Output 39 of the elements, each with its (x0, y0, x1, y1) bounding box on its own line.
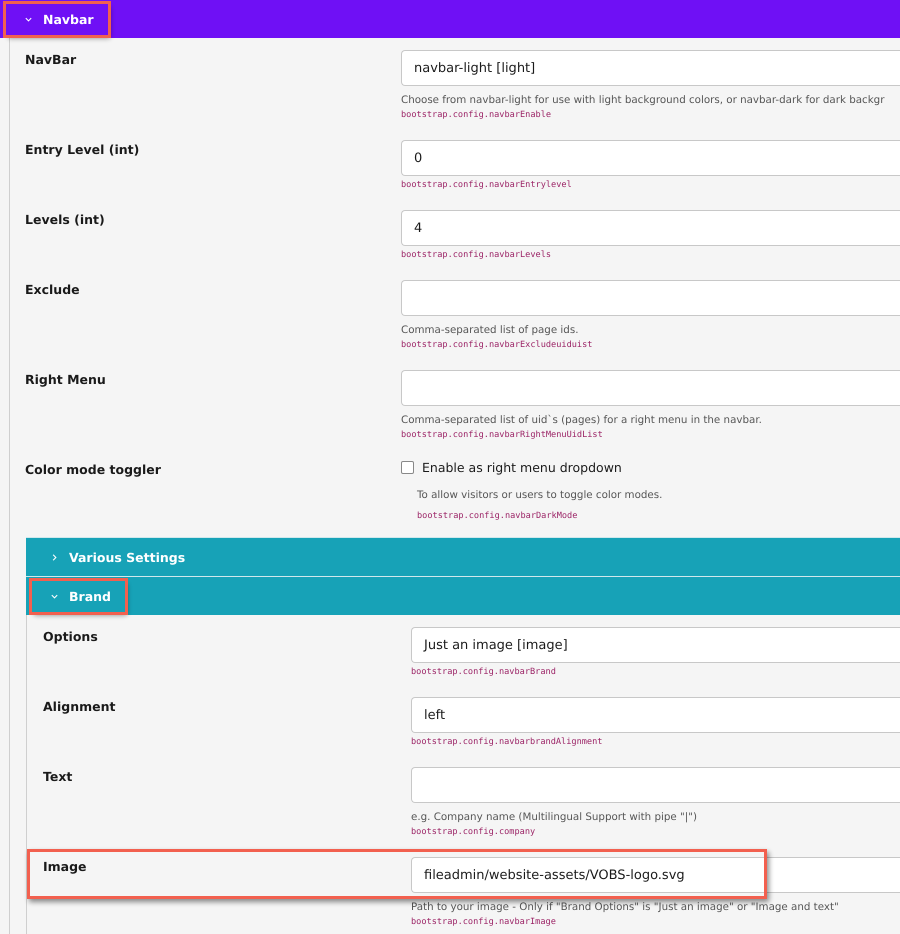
field-label: Exclude (25, 281, 81, 299)
chevron-right-icon (50, 552, 59, 562)
section-toggle[interactable]: Navbar (6, 4, 108, 34)
help-text: Comma-separated list of page ids. (401, 324, 580, 336)
config-key: bootstrap.config.company (411, 827, 900, 837)
field-label: Options (43, 628, 99, 646)
field-label: Image (43, 858, 88, 876)
input-field[interactable] (401, 280, 900, 316)
input-field[interactable] (401, 370, 900, 406)
checkbox[interactable] (401, 461, 414, 474)
input-field[interactable]: fileadmin/website-assets/VOBS-logo.svg (411, 857, 900, 893)
input-field[interactable]: Just an image [image] (411, 627, 900, 663)
config-key: bootstrap.config.navbarExcludeuiduist (401, 340, 900, 350)
config-key: bootstrap.config.navbarImage (411, 917, 900, 927)
help-text: Choose from navbar-light for use with light background colors, or navbar-dark for dark backgr (401, 94, 886, 106)
input-field[interactable]: navbar-light [light] (401, 50, 900, 86)
config-key: bootstrap.config.navbarLevels (401, 250, 900, 260)
config-key: bootstrap.config.navbarEntrylevel (401, 180, 900, 190)
input-field[interactable] (411, 767, 900, 803)
field-label: Levels (int) (25, 211, 106, 229)
field-label: Color mode toggler (25, 461, 162, 479)
config-key: bootstrap.config.navbarEnable (401, 110, 900, 120)
config-key: bootstrap.config.navbarBrand (411, 667, 900, 677)
field-label: NavBar (25, 51, 78, 69)
checkbox-label: Enable as right menu dropdown (422, 460, 622, 475)
help-text: To allow visitors or users to toggle color modes. (417, 489, 664, 501)
field-label: Text (43, 768, 74, 786)
help-text: Comma-separated list of uid`s (pages) for a right menu in the navbar. (401, 414, 763, 426)
help-text: e.g. Company name (Multilingual Support with pipe "|") (411, 811, 698, 823)
config-key: bootstrap.config.navbarDarkMode (417, 511, 900, 521)
config-key: bootstrap.config.navbarbrandAlignment (411, 737, 900, 747)
help-text: Path to your image - Only if "Brand Options" is "Just an image" or "Image and text" (411, 901, 840, 913)
input-field[interactable]: left (411, 697, 900, 733)
config-key: bootstrap.config.navbarRightMenuUidList (401, 430, 900, 440)
input-field[interactable]: 0 (401, 140, 900, 176)
field-label: Entry Level (int) (25, 141, 140, 159)
field-label: Right Menu (25, 371, 107, 389)
input-field[interactable]: 4 (401, 210, 900, 246)
field-label: Alignment (43, 698, 116, 716)
